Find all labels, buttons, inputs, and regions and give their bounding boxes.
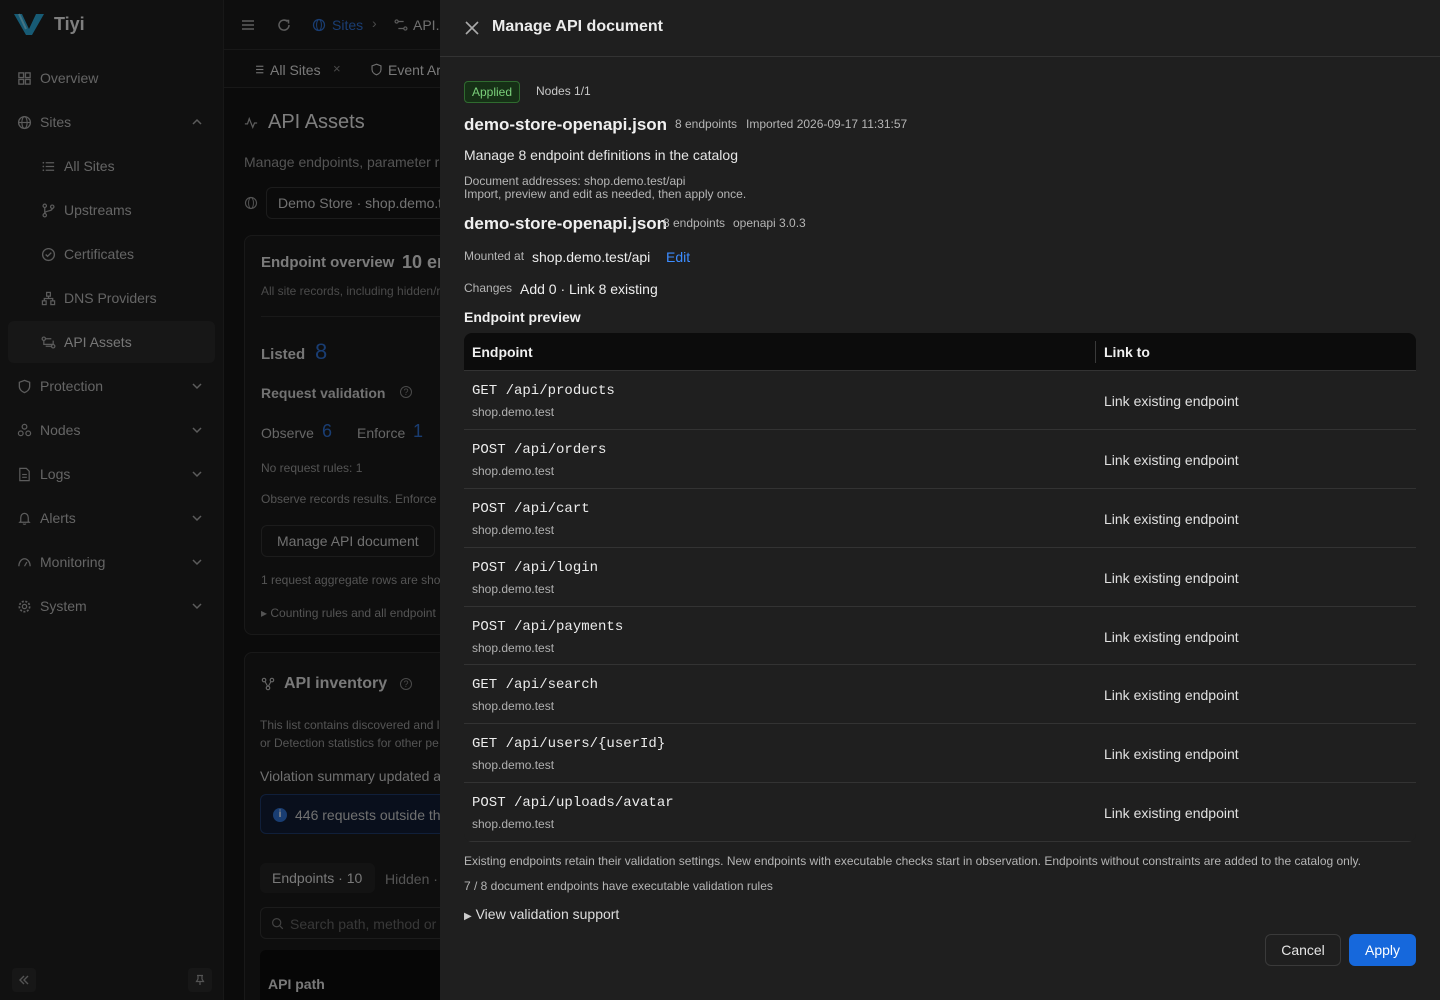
cancel-label: Cancel xyxy=(1281,942,1325,958)
endpoint-host: shop.demo.test xyxy=(472,758,555,773)
endpoints-count: 8 endpoints xyxy=(675,117,738,131)
mounted-label: Mounted at xyxy=(464,249,525,263)
table-row: POST /api/payments shop.demo.test Link e… xyxy=(464,606,1416,666)
endpoint-host: shop.demo.test xyxy=(472,640,555,655)
table-row: POST /api/orders shop.demo.test Link exi… xyxy=(464,429,1416,489)
table-row: GET /api/search shop.demo.test Link exis… xyxy=(464,665,1416,725)
endpoint-path: POST /api/uploads/avatar xyxy=(472,795,674,812)
nodes-status: Nodes 1/1 xyxy=(536,84,591,98)
footnote: Existing endpoints retain their validati… xyxy=(464,854,1361,868)
link-target[interactable]: Link existing endpoint xyxy=(1104,629,1239,645)
changes-label: Changes xyxy=(464,281,513,295)
endpoint-path: POST /api/payments xyxy=(472,618,624,635)
link-target[interactable]: Link existing endpoint xyxy=(1104,746,1239,762)
endpoint-path: GET /api/users/{userId} xyxy=(472,736,666,753)
changes-value: Add 0 · Link 8 existing xyxy=(520,281,658,297)
endpoint-preview-table: Endpoint Link to GET /api/products shop.… xyxy=(464,333,1416,843)
caret-right-icon: ▶ xyxy=(464,911,472,922)
link-target[interactable]: Link existing endpoint xyxy=(1104,511,1239,527)
table-row: GET /api/users/{userId} shop.demo.test L… xyxy=(464,724,1416,784)
endpoint-path: POST /api/orders xyxy=(472,441,607,458)
endpoint-host: shop.demo.test xyxy=(472,522,555,537)
endpoint-path: POST /api/cart xyxy=(472,500,590,517)
link-target[interactable]: Link existing endpoint xyxy=(1104,805,1239,821)
mounted-value: shop.demo.test/api xyxy=(532,249,651,265)
edit-mount-link[interactable]: Edit xyxy=(666,249,690,265)
endpoint-path: GET /api/search xyxy=(472,677,599,694)
endpoint-host: shop.demo.test xyxy=(472,463,555,478)
endpoint-preview-title: Endpoint preview xyxy=(464,309,581,325)
endpoints-count-secondary: 8 endpoints xyxy=(663,216,726,230)
import-note: Import, preview and edit as needed, then… xyxy=(464,187,747,201)
openapi-version: openapi 3.0.3 xyxy=(733,216,806,230)
table-header: Endpoint Link to xyxy=(464,333,1416,371)
column-divider xyxy=(1095,341,1096,363)
endpoint-path: GET /api/products xyxy=(472,383,615,399)
link-target[interactable]: Link existing endpoint xyxy=(1104,570,1239,586)
apply-label: Apply xyxy=(1364,942,1401,958)
link-target[interactable]: Link existing endpoint xyxy=(1104,393,1239,409)
close-icon[interactable] xyxy=(464,20,480,36)
manage-api-document-drawer: Manage API document Applied Nodes 1/1 de… xyxy=(440,0,1440,1000)
document-name: demo-store-openapi.json xyxy=(464,115,668,134)
document-name-secondary: demo-store-openapi.json xyxy=(464,214,668,233)
imported-time: Imported 2026-09-17 11:31:57 xyxy=(746,117,908,131)
endpoint-host: shop.demo.test xyxy=(472,817,555,832)
endpoint-path: POST /api/login xyxy=(472,559,599,576)
link-target[interactable]: Link existing endpoint xyxy=(1104,452,1239,468)
table-row: POST /api/uploads/avatar shop.demo.test … xyxy=(464,783,1416,843)
table-row: POST /api/login shop.demo.test Link exis… xyxy=(464,547,1416,607)
drawer-title: Manage API document xyxy=(492,18,663,35)
column-endpoint: Endpoint xyxy=(472,344,533,360)
drawer-header: Manage API document xyxy=(440,0,1440,57)
document-addresses: Document addresses: shop.demo.test/api xyxy=(464,174,686,188)
table-row: GET /api/products shop.demo.test Link ex… xyxy=(464,371,1416,430)
endpoint-host: shop.demo.test xyxy=(472,405,555,419)
apply-button[interactable]: Apply xyxy=(1349,934,1416,966)
endpoint-host: shop.demo.test xyxy=(472,699,555,714)
endpoint-host: shop.demo.test xyxy=(472,581,555,596)
rules-count: 7 / 8 document endpoints have executable… xyxy=(464,879,773,893)
cancel-button[interactable]: Cancel xyxy=(1265,934,1341,966)
validation-support-toggle[interactable]: ▶ View validation support xyxy=(464,906,619,922)
table-row: POST /api/cart shop.demo.test Link exist… xyxy=(464,488,1416,548)
column-link-to: Link to xyxy=(1104,344,1150,360)
manage-description: Manage 8 endpoint definitions in the cat… xyxy=(464,147,738,163)
status-badge: Applied xyxy=(464,81,521,103)
link-target[interactable]: Link existing endpoint xyxy=(1104,687,1239,703)
validation-support-label: View validation support xyxy=(475,906,620,922)
